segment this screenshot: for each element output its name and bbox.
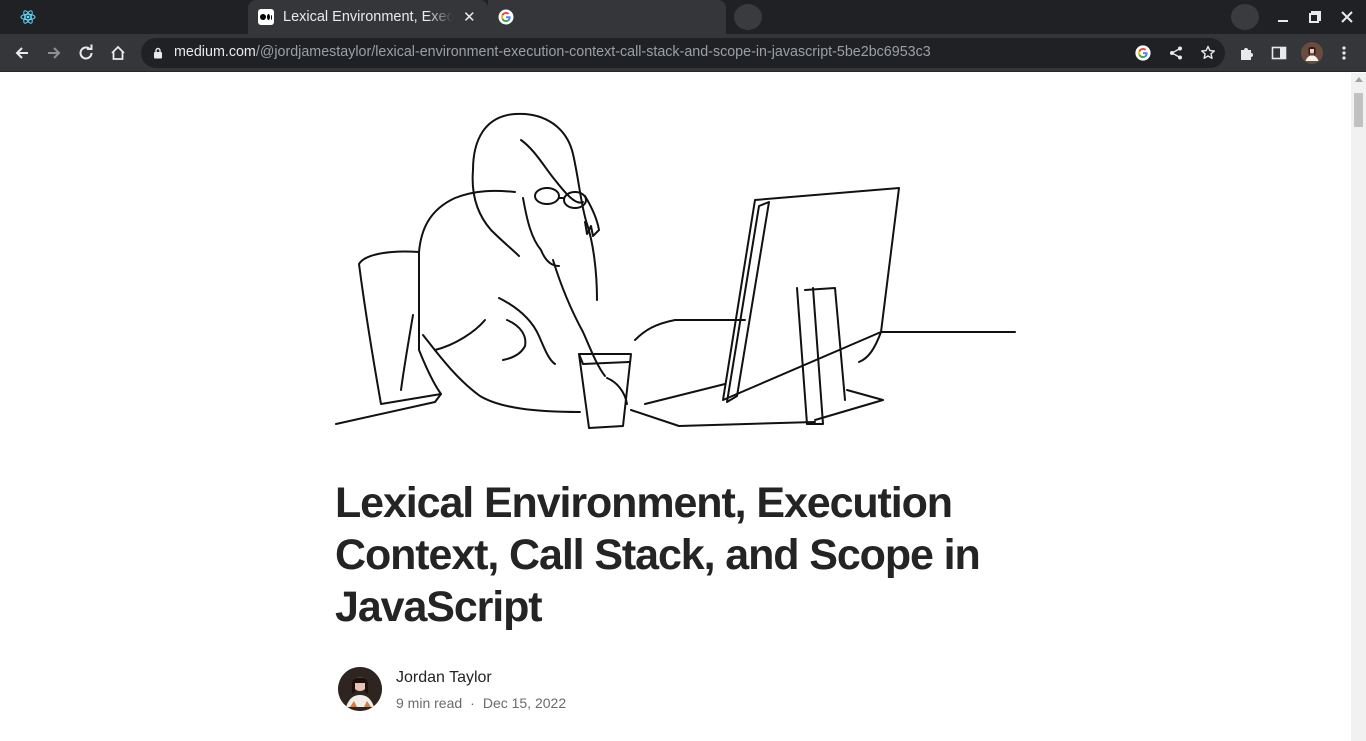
article-meta: 9 min read · Dec 15, 2022: [396, 695, 566, 711]
url-host: medium.com: [174, 44, 256, 60]
meta-separator: ·: [470, 695, 475, 711]
profile-button[interactable]: [1296, 37, 1328, 69]
tab-react[interactable]: [8, 0, 248, 34]
author-name-link[interactable]: Jordan Taylor: [396, 669, 492, 687]
tab-search-button[interactable]: [1231, 4, 1259, 30]
close-icon: [1341, 11, 1353, 23]
close-window-button[interactable]: [1331, 0, 1363, 34]
forward-arrow-icon: [48, 47, 61, 59]
home-button[interactable]: [102, 37, 134, 69]
back-arrow-icon: [15, 47, 28, 59]
share-icon[interactable]: [1169, 46, 1183, 60]
puzzle-icon: [1241, 48, 1253, 60]
article-page: Lexical Environment, Execution Context, …: [0, 73, 1351, 741]
tab-google[interactable]: [488, 0, 726, 34]
author-avatar[interactable]: [338, 667, 382, 711]
side-panel-button[interactable]: [1263, 37, 1295, 69]
home-icon: [111, 45, 125, 60]
scroll-thumb[interactable]: [1354, 93, 1363, 127]
page-scrollbar[interactable]: [1351, 73, 1366, 741]
lock-icon: [154, 47, 162, 59]
extensions-button[interactable]: [1231, 37, 1263, 69]
restore-icon: [1309, 11, 1321, 23]
read-time: 9 min read: [396, 695, 463, 711]
url-text: medium.com/@jordjamestaylor/lexical-envi…: [174, 44, 931, 60]
article-title: Lexical Environment, Execution Context, …: [335, 479, 981, 631]
tab-title: Lexical Environment, Execution Context, …: [283, 9, 453, 25]
tab-medium-article[interactable]: Lexical Environment, Execution Context, …: [248, 0, 488, 34]
minimize-button[interactable]: [1267, 0, 1299, 34]
back-button[interactable]: [6, 37, 38, 69]
chrome-menu-button[interactable]: [1328, 37, 1360, 69]
browser-toolbar: medium.com/@jordjamestaylor/lexical-envi…: [0, 34, 1366, 72]
address-bar[interactable]: medium.com/@jordjamestaylor/lexical-envi…: [141, 38, 1225, 68]
bookmark-star-icon[interactable]: [1200, 45, 1216, 61]
reload-button[interactable]: [70, 37, 102, 69]
google-lens-icon[interactable]: [1135, 45, 1151, 61]
tab-strip: Lexical Environment, Execution Context, …: [0, 0, 1366, 34]
url-path: /@jordjamestaylor/lexical-environment-ex…: [255, 44, 931, 60]
new-tab-button[interactable]: [734, 4, 762, 30]
react-icon: [20, 10, 36, 24]
side-panel-icon: [1271, 46, 1287, 60]
profile-avatar-icon: [1301, 42, 1323, 64]
medium-icon: [258, 9, 274, 25]
restore-button[interactable]: [1299, 0, 1331, 34]
reload-icon: [79, 44, 93, 60]
minimize-icon: [1278, 20, 1288, 22]
google-icon: [498, 9, 514, 25]
scroll-up-arrow-icon[interactable]: [1355, 77, 1363, 82]
hero-illustration-woman-at-computer: [335, 112, 1016, 429]
publish-date: Dec 15, 2022: [482, 695, 567, 711]
forward-button[interactable]: [38, 37, 70, 69]
kebab-menu-icon: [1342, 46, 1346, 60]
author-photo: [338, 667, 382, 711]
tab-close-button[interactable]: ✕: [463, 8, 476, 26]
